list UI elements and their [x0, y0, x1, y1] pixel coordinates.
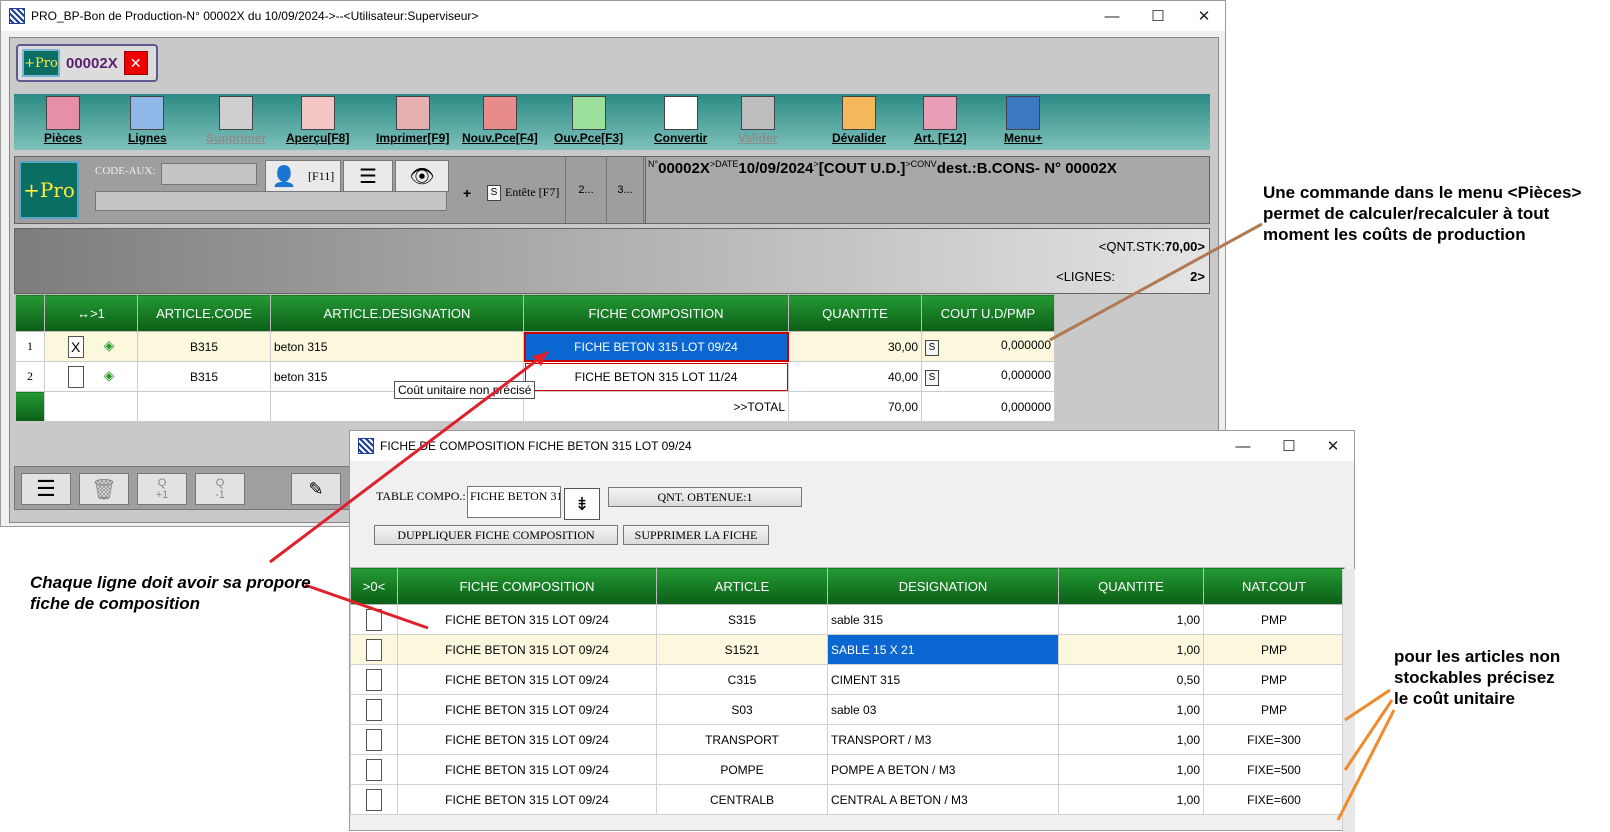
annotation-right: Une commande dans le menu <Pièces> perme… [1263, 183, 1582, 244]
arrow-red-1 [269, 350, 549, 564]
arrow-orange-3 [1336, 709, 1396, 821]
annotation-arrows [269, 222, 1396, 821]
arrow-brown [1049, 222, 1263, 342]
annotation-left: Chaque ligne doit avoir sa propore fiche… [30, 573, 311, 613]
arrow-red-2 [304, 583, 429, 630]
annotation-bottom-right: pour les articles non stockables précise… [1394, 647, 1561, 708]
